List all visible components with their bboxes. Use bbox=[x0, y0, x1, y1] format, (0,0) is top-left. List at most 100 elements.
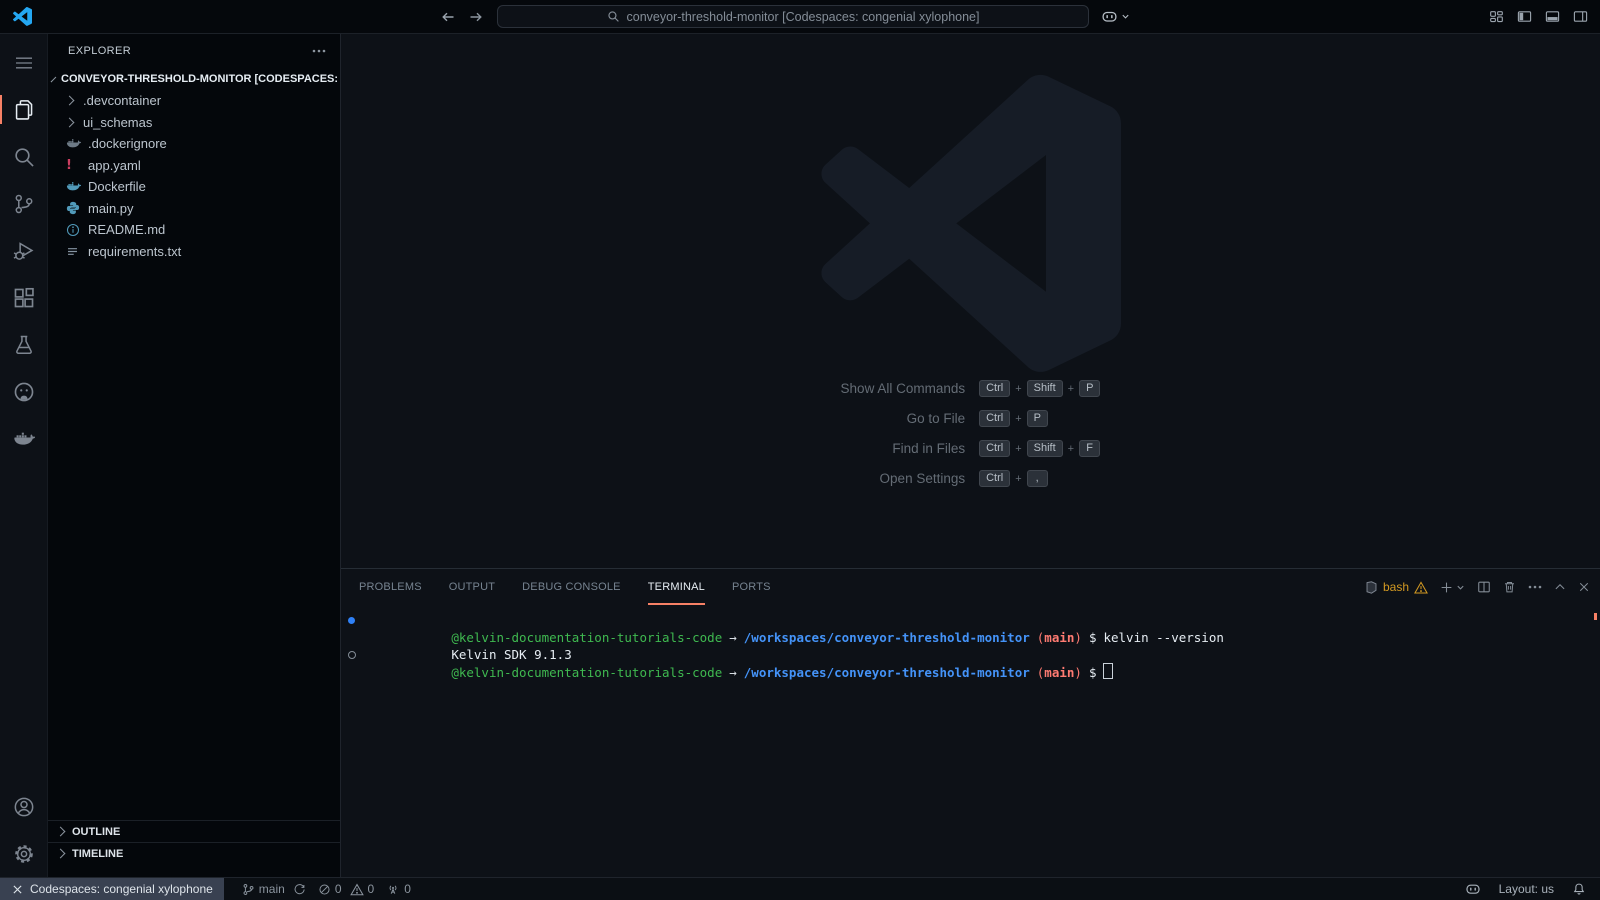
errors-count: 0 bbox=[335, 882, 342, 896]
terminal-line-2: Kelvin SDK 9.1.3 bbox=[341, 629, 1600, 646]
copilot-status[interactable] bbox=[1459, 878, 1487, 900]
settings-button[interactable] bbox=[0, 830, 47, 877]
file-label: main.py bbox=[88, 201, 134, 216]
ports-count: 0 bbox=[404, 882, 411, 896]
key: P bbox=[1079, 380, 1100, 397]
workbench-body: EXPLORER CONVEYOR-THRESHOLD-MONITOR [COD… bbox=[0, 34, 1600, 877]
terminal-icon bbox=[1365, 581, 1378, 594]
notifications-button[interactable] bbox=[1566, 878, 1592, 900]
sidebar-item-explorer[interactable] bbox=[0, 86, 47, 133]
sidebar-item-docker[interactable] bbox=[0, 415, 47, 462]
warning-icon bbox=[1414, 581, 1428, 594]
close-panel-icon[interactable] bbox=[1578, 581, 1590, 593]
activity-bar bbox=[0, 34, 48, 877]
terminal-cursor bbox=[1103, 663, 1113, 679]
section-label: TIMELINE bbox=[72, 848, 123, 860]
search-value: conveyor-threshold-monitor [Codespaces: … bbox=[627, 10, 980, 24]
bottom-panel: PROBLEMS OUTPUT DEBUG CONSOLE TERMINAL P… bbox=[341, 568, 1600, 877]
tree-root-folder[interactable]: CONVEYOR-THRESHOLD-MONITOR [CODESPACES: … bbox=[48, 68, 340, 90]
sidebar-item-source-control[interactable] bbox=[0, 180, 47, 227]
forward-arrow-icon[interactable] bbox=[468, 9, 484, 25]
status-left: main 0 0 0 bbox=[236, 878, 417, 900]
docker-icon bbox=[13, 428, 35, 450]
more-actions-icon[interactable] bbox=[312, 49, 326, 53]
editor-area[interactable]: Show All Commands Ctrl+ Shift+ P Go to F… bbox=[341, 34, 1600, 568]
sidebar-sections: OUTLINE TIMELINE bbox=[48, 820, 340, 877]
maximize-panel-icon[interactable] bbox=[1554, 581, 1566, 593]
terminal-content[interactable]: @kelvin-documentation-tutorials-code→/wo… bbox=[341, 605, 1600, 877]
shortcut-label: Open Settings bbox=[841, 471, 966, 486]
new-terminal-button[interactable] bbox=[1440, 581, 1465, 594]
vscode-watermark-icon bbox=[821, 74, 1121, 374]
command-decoration-pending[interactable] bbox=[348, 651, 356, 659]
tree-item-devcontainer[interactable]: .devcontainer bbox=[48, 90, 340, 112]
more-actions-icon[interactable] bbox=[1528, 585, 1542, 589]
toggle-primary-sidebar-icon[interactable] bbox=[1517, 9, 1532, 24]
tree-item-main-py[interactable]: main.py bbox=[48, 198, 340, 220]
sidebar-item-github[interactable] bbox=[0, 368, 47, 415]
tab-ports[interactable]: PORTS bbox=[732, 569, 771, 605]
tab-debug-console[interactable]: DEBUG CONSOLE bbox=[522, 569, 621, 605]
remote-indicator[interactable]: Codespaces: congenial xylophone bbox=[0, 878, 224, 900]
sidebar-item-search[interactable] bbox=[0, 133, 47, 180]
split-terminal-button[interactable] bbox=[1477, 580, 1491, 594]
tree-item-app-yaml[interactable]: ! app.yaml bbox=[48, 155, 340, 177]
customize-layout-icon[interactable] bbox=[1489, 9, 1504, 24]
debug-icon bbox=[13, 240, 35, 262]
text-file-icon bbox=[66, 245, 88, 258]
git-branch-icon bbox=[13, 193, 35, 215]
file-label: app.yaml bbox=[88, 158, 141, 173]
copilot-menu[interactable] bbox=[1101, 0, 1130, 33]
branch-indicator[interactable]: main bbox=[236, 878, 312, 900]
kill-terminal-button[interactable] bbox=[1503, 580, 1516, 594]
docker-file-icon bbox=[66, 136, 88, 151]
chevron-right-icon bbox=[65, 96, 75, 106]
sidebar-item-extensions[interactable] bbox=[0, 274, 47, 321]
tree-item-dockerignore[interactable]: .dockerignore bbox=[48, 133, 340, 155]
key: Ctrl bbox=[979, 440, 1010, 457]
tab-output[interactable]: OUTPUT bbox=[449, 569, 495, 605]
status-bar: Codespaces: congenial xylophone main 0 0… bbox=[0, 877, 1600, 900]
key: , bbox=[1027, 470, 1048, 487]
chevron-right-icon bbox=[56, 827, 66, 837]
layout-indicator[interactable]: Layout: us bbox=[1493, 878, 1560, 900]
menu-button[interactable] bbox=[0, 39, 47, 86]
timeline-section-header[interactable]: TIMELINE bbox=[48, 842, 340, 864]
sidebar-item-testing[interactable] bbox=[0, 321, 47, 368]
panel-controls: bash bbox=[1365, 580, 1590, 594]
command-decoration-success[interactable] bbox=[348, 617, 355, 624]
sync-icon bbox=[293, 883, 306, 896]
command-center-search[interactable]: conveyor-threshold-monitor [Codespaces: … bbox=[497, 5, 1089, 28]
beaker-icon bbox=[13, 334, 35, 356]
chevron-right-icon bbox=[56, 849, 66, 859]
accounts-button[interactable] bbox=[0, 783, 47, 830]
toggle-panel-icon[interactable] bbox=[1545, 9, 1560, 24]
file-tree: CONVEYOR-THRESHOLD-MONITOR [CODESPACES: … bbox=[48, 68, 340, 820]
back-arrow-icon[interactable] bbox=[440, 9, 456, 25]
sidebar-item-run-debug[interactable] bbox=[0, 227, 47, 274]
explorer-sidebar: EXPLORER CONVEYOR-THRESHOLD-MONITOR [COD… bbox=[48, 34, 341, 877]
vscode-window: conveyor-threshold-monitor [Codespaces: … bbox=[0, 0, 1600, 900]
copilot-icon bbox=[1465, 881, 1481, 897]
shortcut-label: Show All Commands bbox=[841, 381, 966, 396]
file-label: ui_schemas bbox=[83, 115, 152, 130]
toggle-secondary-sidebar-icon[interactable] bbox=[1573, 9, 1588, 24]
layout-controls bbox=[1489, 0, 1588, 33]
tab-problems[interactable]: PROBLEMS bbox=[359, 569, 422, 605]
tab-terminal[interactable]: TERMINAL bbox=[648, 569, 705, 605]
outline-section-header[interactable]: OUTLINE bbox=[48, 820, 340, 842]
shortcut-label: Go to File bbox=[841, 411, 966, 426]
terminal-shell-selector[interactable]: bash bbox=[1365, 580, 1428, 594]
shortcut-label: Find in Files bbox=[841, 441, 966, 456]
shell-label: bash bbox=[1383, 580, 1409, 594]
remote-icon bbox=[11, 883, 24, 896]
problems-indicator[interactable]: 0 0 bbox=[312, 878, 380, 900]
tree-item-requirements[interactable]: requirements.txt bbox=[48, 241, 340, 263]
tree-item-readme[interactable]: README.md bbox=[48, 219, 340, 241]
key: F bbox=[1079, 440, 1100, 457]
ports-indicator[interactable]: 0 bbox=[380, 878, 417, 900]
tree-item-dockerfile[interactable]: Dockerfile bbox=[48, 176, 340, 198]
tree-item-ui-schemas[interactable]: ui_schemas bbox=[48, 112, 340, 134]
panel-header: PROBLEMS OUTPUT DEBUG CONSOLE TERMINAL P… bbox=[341, 569, 1600, 605]
scrollbar-decoration bbox=[1594, 613, 1597, 620]
